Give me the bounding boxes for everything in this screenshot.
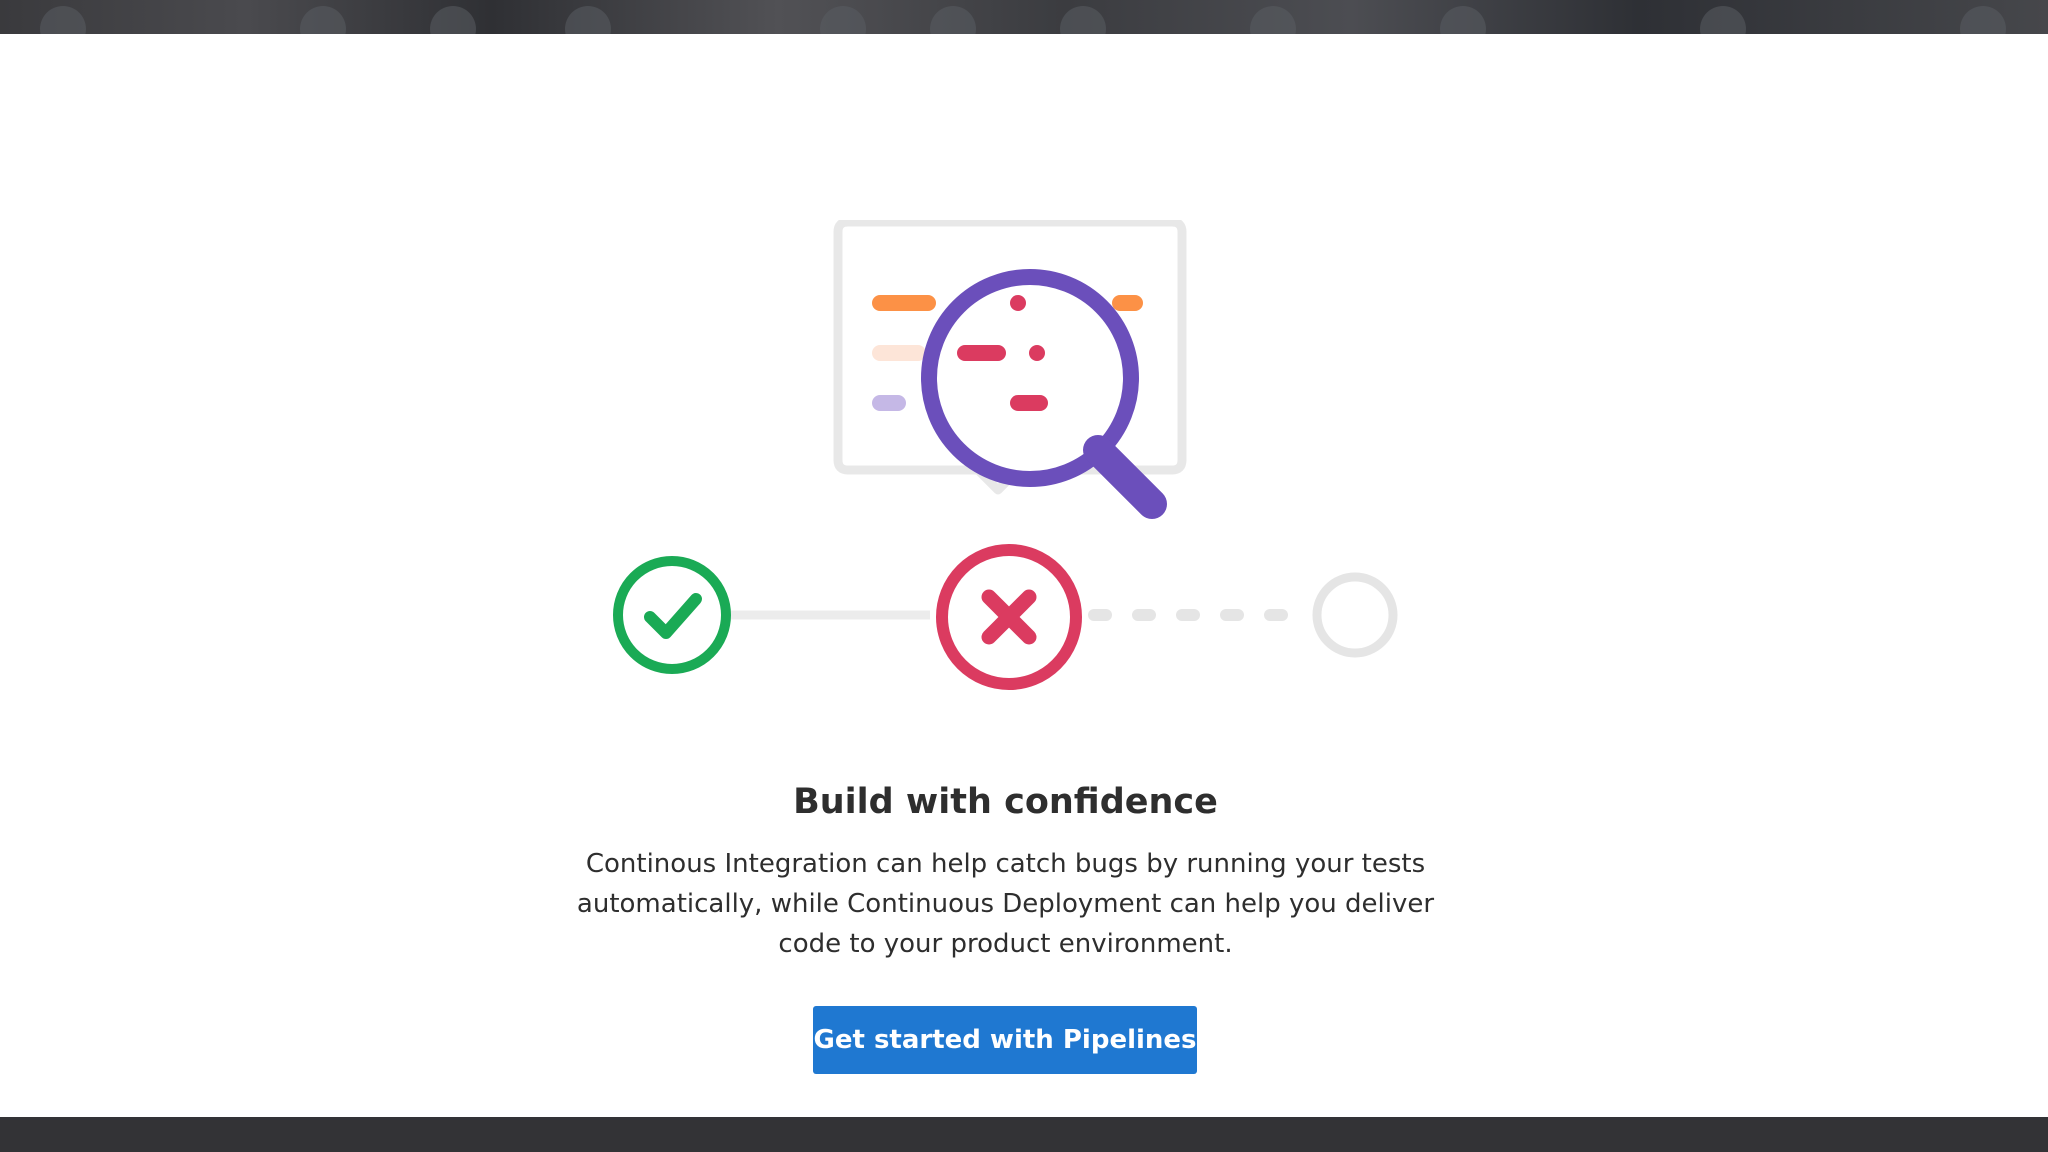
get-started-button[interactable]: Get started with Pipelines: [813, 1006, 1197, 1074]
overlay-blob: [40, 6, 86, 34]
empty-circle-icon: [1312, 572, 1398, 658]
empty-state-description: Continous Integration can help catch bug…: [576, 849, 1435, 959]
overlay-blob: [820, 6, 866, 34]
overlay-blob: [930, 6, 976, 34]
video-overlay-bottom-strip: [0, 1117, 2048, 1152]
x-circle-icon: [936, 544, 1082, 690]
overlay-blob: [300, 6, 346, 34]
overlay-blob: [1440, 6, 1486, 34]
check-circle-icon: [613, 556, 731, 674]
overlay-blob: [1700, 6, 1746, 34]
pipeline-illustration: [600, 220, 1420, 700]
video-overlay-top-strip: [0, 0, 2048, 34]
overlay-blob: [565, 6, 611, 34]
pipelines-empty-state: Build with confidence Continous Integrat…: [0, 34, 2048, 1117]
overlay-blob: [1960, 6, 2006, 34]
overlay-blob: [1060, 6, 1106, 34]
empty-state-title: Build with confidence: [793, 782, 1218, 822]
overlay-blob: [1250, 6, 1296, 34]
overlay-blob: [430, 6, 476, 34]
